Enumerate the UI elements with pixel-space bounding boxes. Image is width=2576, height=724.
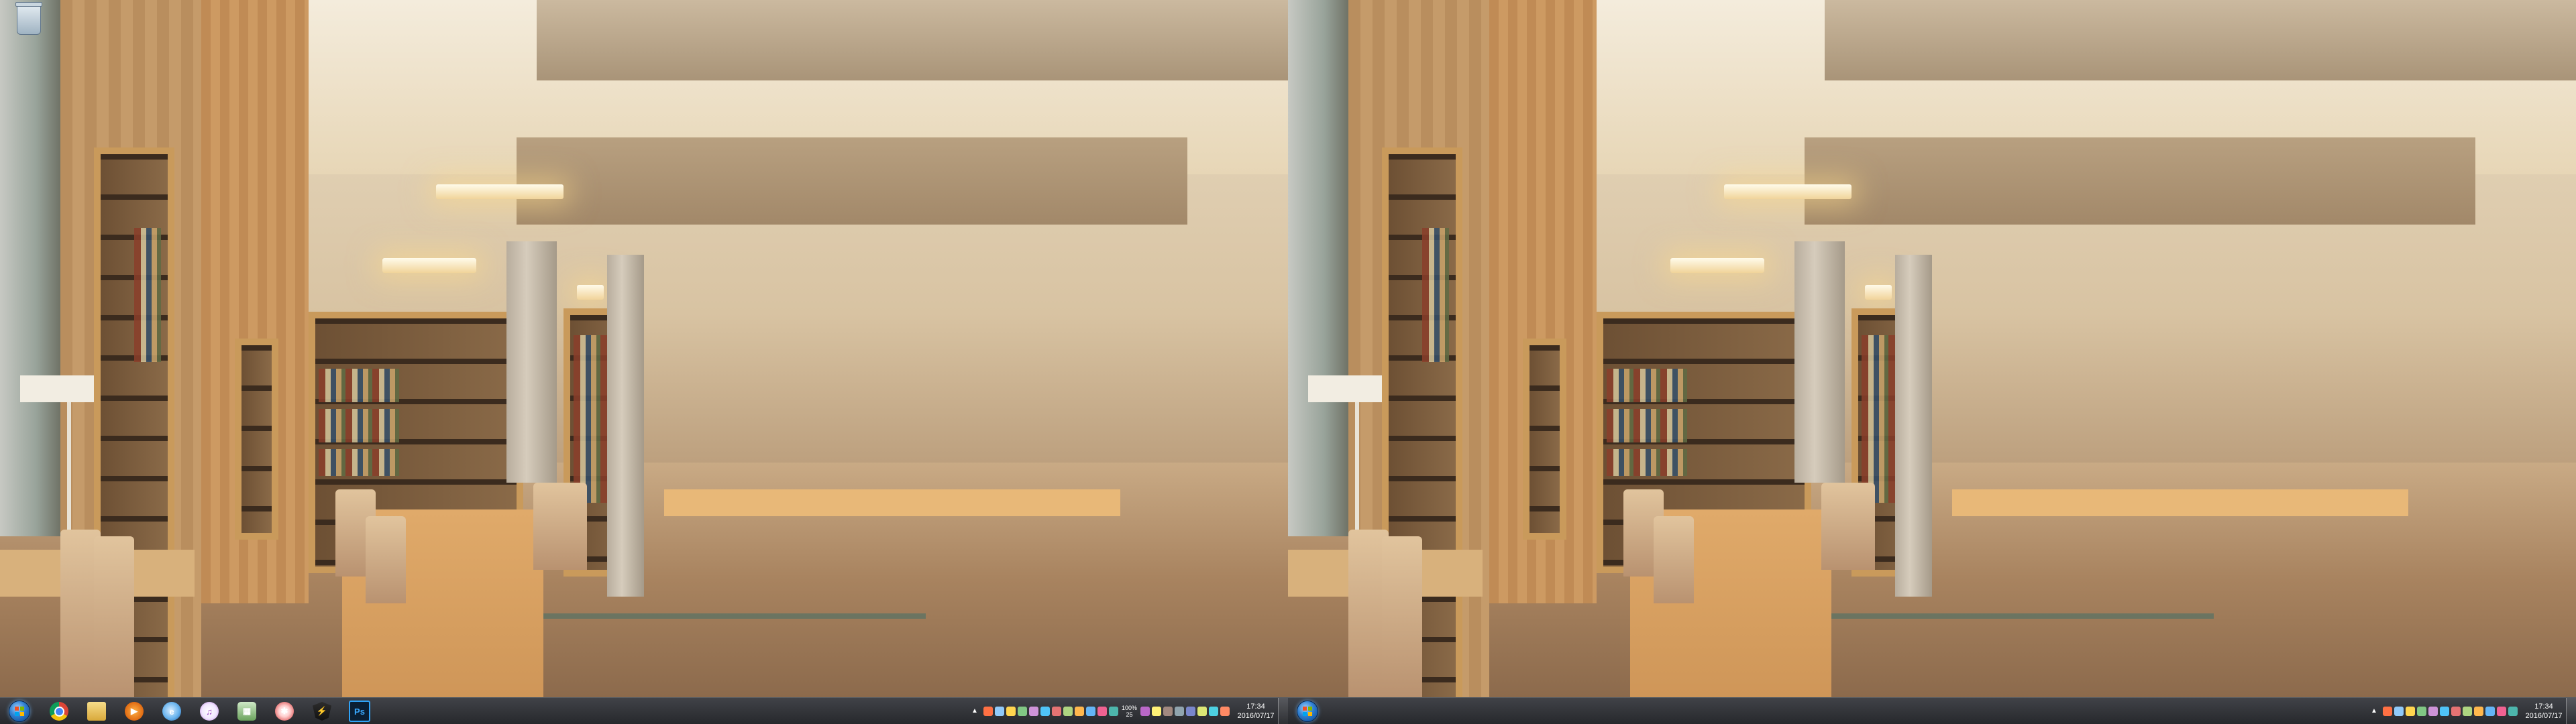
taskbar-chrome-button[interactable] [40,698,78,724]
start-button[interactable] [1,698,38,724]
desktop-wallpaper [1288,0,2576,697]
tray-notification-icon[interactable] [1085,707,1095,716]
clock-date: 2016/07/17 [2525,712,2563,720]
internet-explorer-icon: e [162,702,181,721]
itunes-icon: ♫ [200,702,219,721]
shield-app-icon: ⚡ [313,702,331,721]
tray-notification-icon[interactable] [1186,707,1195,716]
tray-notification-icon[interactable] [983,707,993,716]
tray-notification-icon[interactable] [1006,707,1016,716]
tray-notification-icon[interactable] [2474,707,2483,716]
taskbar-ie-button[interactable]: e [153,698,191,724]
tray-status-line: 100% [1121,705,1137,711]
show-hidden-icons-chevron-icon[interactable]: ▲ [2369,707,2379,716]
tray-notification-icon[interactable] [1040,707,1050,716]
tray-status-text: 100% 25 [1120,705,1138,718]
chrome-icon [50,702,68,721]
taskbar: ▲ 17:34 2016/07/17 [1288,697,2576,724]
tray-notification-icon[interactable] [2508,707,2518,716]
clock-time: 17:34 [2534,703,2553,711]
windows-start-icon [1297,701,1318,722]
file-explorer-icon [87,702,106,721]
tray-notification-icon[interactable] [1028,707,1038,716]
taskbar-media-player-button[interactable]: ▶ [115,698,153,724]
recycle-bin-desktop-icon[interactable] [13,2,44,47]
tray-notification-icon[interactable] [1017,707,1027,716]
windows-start-icon [9,701,30,722]
monitor-right: ▲ 17:34 2016/07/17 [1288,0,2576,724]
show-desktop-button[interactable] [1278,698,1288,724]
tray-notification-icon[interactable] [2451,707,2461,716]
tray-notification-icon[interactable] [1209,707,1218,716]
show-hidden-icons-chevron-icon[interactable]: ▲ [970,707,979,716]
tray-notification-icon[interactable] [1097,707,1107,716]
tray-notification-icon[interactable] [1108,707,1118,716]
system-tray: ▲ 17:34 2016/07/17 [2369,698,2576,724]
tray-notification-icon[interactable] [2440,707,2449,716]
tray-notification-icon[interactable] [2383,707,2392,716]
tray-notification-icon[interactable] [1163,707,1173,716]
taskbar-photoshop-button[interactable]: Ps [341,698,378,724]
clock[interactable]: 17:34 2016/07/17 [2522,698,2566,724]
monitor-left: ▶ e ♫ ▦ ✱ ⚡ Ps ▲ 100% 25 17:34 2016/07/1… [0,0,1288,724]
taskbar: ▶ e ♫ ▦ ✱ ⚡ Ps ▲ 100% 25 17:34 2016/07/1… [0,697,1288,724]
tray-notification-icon[interactable] [1175,707,1184,716]
tray-icons: 100% 25 [979,705,1234,718]
clock[interactable]: 17:34 2016/07/17 [1234,698,1278,724]
tray-notification-icon[interactable] [2485,707,2495,716]
tray-notification-icon[interactable] [994,707,1004,716]
recycle-bin-icon [15,2,42,35]
tray-status-line: 25 [1126,711,1133,718]
tray-notification-icon[interactable] [2417,707,2426,716]
show-desktop-button[interactable] [2566,698,2576,724]
tray-notification-icon[interactable] [1140,707,1150,716]
system-tray: ▲ 100% 25 17:34 2016/07/17 [970,698,1288,724]
tray-notification-icon[interactable] [2394,707,2404,716]
tray-notification-icon[interactable] [1051,707,1061,716]
tray-notification-icon[interactable] [2428,707,2438,716]
calculator-icon: ▦ [237,702,256,721]
photoshop-icon: Ps [349,701,370,722]
bug-app-icon: ✱ [275,702,294,721]
start-button[interactable] [1289,698,1326,724]
tray-notification-icon[interactable] [1220,707,1230,716]
taskbar-shield-app-button[interactable]: ⚡ [303,698,341,724]
media-player-icon: ▶ [125,702,144,721]
tray-icons [2379,707,2522,716]
tray-notification-icon[interactable] [1074,707,1084,716]
desktop-wallpaper [0,0,1288,697]
pinned-apps: ▶ e ♫ ▦ ✱ ⚡ Ps [40,698,378,724]
clock-time: 17:34 [1246,703,1265,711]
tray-notification-icon[interactable] [1197,707,1207,716]
taskbar-bug-app-button[interactable]: ✱ [266,698,303,724]
tray-notification-icon[interactable] [2463,707,2472,716]
tray-notification-icon[interactable] [2497,707,2506,716]
tray-notification-icon[interactable] [2406,707,2415,716]
tray-notification-icon[interactable] [1063,707,1073,716]
tray-notification-icon[interactable] [1152,707,1161,716]
clock-date: 2016/07/17 [1237,712,1275,720]
taskbar-calculator-button[interactable]: ▦ [228,698,266,724]
taskbar-itunes-button[interactable]: ♫ [191,698,228,724]
taskbar-explorer-button[interactable] [78,698,115,724]
